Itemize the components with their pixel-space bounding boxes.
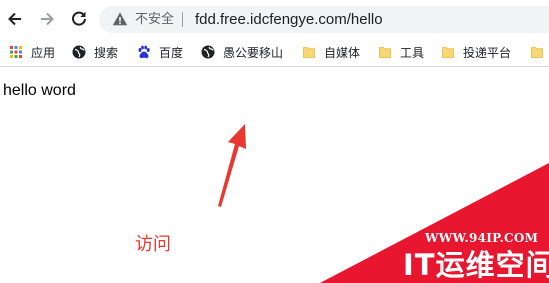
watermark-site: WWW.94IP.COM	[425, 231, 539, 245]
watermark-brand: IT运维空间	[403, 248, 549, 282]
watermark: WWW.94IP.COM IT运维空间	[0, 0, 549, 283]
